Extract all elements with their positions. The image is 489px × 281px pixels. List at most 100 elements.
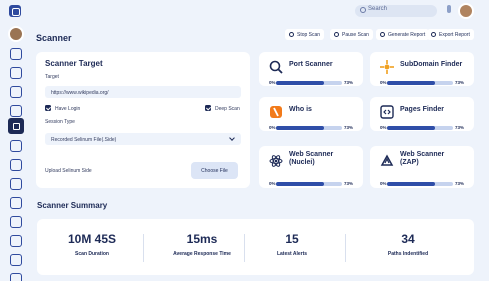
target-label: Target <box>45 74 59 80</box>
tool-name-line1: Web Scanner <box>400 151 445 158</box>
upload-label: Upload Selinum Side <box>45 168 92 174</box>
web-scanner-nuclei-card[interactable]: Web Scanner (Nuclei) 0% 73% <box>259 146 363 188</box>
search-input[interactable]: Search <box>355 5 437 17</box>
progress-fill <box>276 182 325 186</box>
sidebar-grid-icon[interactable] <box>10 216 22 228</box>
progress-start: 0% <box>380 125 387 130</box>
stat-label: Paths Indentified <box>387 251 429 257</box>
progress-bar <box>276 81 342 85</box>
divider <box>345 234 346 262</box>
progress-end: 73% <box>455 181 465 186</box>
progress-start: 0% <box>269 125 276 130</box>
pause-scan-label: Pause Scan <box>342 32 369 38</box>
session-type-label: Session Type <box>45 119 75 125</box>
progress-bar <box>276 126 342 130</box>
divider <box>143 234 144 262</box>
generate-report-button[interactable]: Generate Report <box>376 29 430 40</box>
stat-value: 15 <box>285 232 299 246</box>
chevron-down-icon <box>229 135 235 141</box>
stat-label: Average Response Time <box>173 251 231 257</box>
stat-label: Latest Alerts <box>276 251 308 257</box>
export-report-label: Export Report <box>439 32 470 38</box>
sidebar-settings-icon[interactable] <box>10 178 22 190</box>
port-scanner-card[interactable]: Port Scanner 0% 73% <box>259 52 363 86</box>
page-title: Scanner <box>36 33 72 43</box>
stop-icon <box>289 32 294 37</box>
export-icon <box>431 32 436 37</box>
progress-end: 73% <box>344 181 354 186</box>
deep-scan-label: Deep Scan <box>215 106 240 112</box>
target-url-input[interactable]: https://www.wikipedia.org/ <box>45 86 241 98</box>
pause-icon <box>334 32 339 37</box>
tool-name-line1: Web Scanner <box>289 151 334 158</box>
stat-paths-identified: 34 Paths Indentified <box>358 232 458 257</box>
summary-title: Scanner Summary <box>37 201 108 210</box>
microphone-icon[interactable] <box>447 5 451 13</box>
tool-name: Who is <box>289 106 312 113</box>
session-type-select[interactable]: Recorded Selinum File(.Side) <box>45 133 241 145</box>
progress-start: 0% <box>269 181 276 186</box>
user-avatar[interactable] <box>458 3 474 19</box>
sidebar-page-icon[interactable] <box>10 254 22 266</box>
top-bar: Search <box>0 0 489 22</box>
report-icon <box>380 32 385 37</box>
progress-end: 73% <box>344 80 354 85</box>
scanner-summary-card: 10M 45S Scan Duration 15ms Average Respons… <box>37 219 474 275</box>
progress-end: 73% <box>455 125 465 130</box>
sidebar-mail-icon[interactable] <box>10 105 22 117</box>
progress-fill <box>276 126 325 130</box>
progress-bar <box>387 126 453 130</box>
sidebar-folder-icon[interactable] <box>10 159 22 171</box>
tool-name: Port Scanner <box>289 61 333 68</box>
stat-value: 15ms <box>186 232 218 246</box>
sidebar-scanner-icon[interactable] <box>8 118 24 134</box>
sidebar-document-icon[interactable] <box>10 86 22 98</box>
tool-name-line2: (Nuclei) <box>289 159 315 166</box>
progress-end: 73% <box>344 125 354 130</box>
tool-name-line2: (ZAP) <box>400 159 419 166</box>
atom-icon <box>269 155 283 167</box>
sidebar-report-icon[interactable] <box>10 235 22 247</box>
sidebar-avatar[interactable] <box>8 26 24 42</box>
tool-name: SubDomain Finder <box>400 61 463 68</box>
web-scanner-zap-card[interactable]: Web Scanner (ZAP) 0% 73% <box>370 146 474 188</box>
progress-fill <box>387 126 436 130</box>
sidebar-file-icon[interactable] <box>10 140 22 152</box>
tool-name: Web Scanner (ZAP) <box>400 151 444 167</box>
subdomain-finder-card[interactable]: SubDomain Finder 0% 73% <box>370 52 474 86</box>
sidebar-search-icon[interactable] <box>10 67 22 79</box>
search-icon <box>360 7 366 13</box>
progress-start: 0% <box>380 181 387 186</box>
sidebar-target-icon[interactable] <box>10 197 22 209</box>
progress-bar <box>387 182 453 186</box>
session-type-value: Recorded Selinum File(.Side) <box>51 137 117 143</box>
app-logo[interactable] <box>9 5 21 17</box>
stop-scan-button[interactable]: Stop Scan <box>285 29 325 40</box>
pause-scan-button[interactable]: Pause Scan <box>330 29 373 40</box>
radar-icon <box>269 60 283 74</box>
tool-name: Web Scanner (Nuclei) <box>289 151 333 167</box>
scanner-target-card: Scanner Target Target https://www.wikipe… <box>36 52 250 188</box>
sidebar-export-icon[interactable] <box>10 273 22 281</box>
sidebar-home-icon[interactable] <box>10 48 22 60</box>
pages-finder-card[interactable]: Pages Finder 0% 73% <box>370 97 474 131</box>
deep-scan-checkbox[interactable] <box>205 105 211 111</box>
stat-scan-duration: 10M 45S Scan Duration <box>42 232 142 257</box>
progress-fill <box>276 81 325 85</box>
tool-name: Pages Finder <box>400 106 444 113</box>
have-login-checkbox[interactable] <box>45 105 51 111</box>
export-report-button[interactable]: Export Report <box>427 29 474 40</box>
whois-icon <box>270 106 282 118</box>
stat-value: 34 <box>401 232 415 246</box>
stop-scan-label: Stop Scan <box>297 32 321 38</box>
stat-value: 10M 45S <box>67 232 117 246</box>
choose-file-button[interactable]: Choose File <box>191 162 238 179</box>
have-login-label: Have Login <box>55 106 81 112</box>
who-is-card[interactable]: Who is 0% 73% <box>259 97 363 131</box>
progress-start: 0% <box>380 80 387 85</box>
progress-fill <box>387 182 436 186</box>
scanner-target-title: Scanner Target <box>45 59 103 68</box>
progress-fill <box>387 81 436 85</box>
code-icon <box>380 105 394 119</box>
zap-icon <box>380 154 394 166</box>
